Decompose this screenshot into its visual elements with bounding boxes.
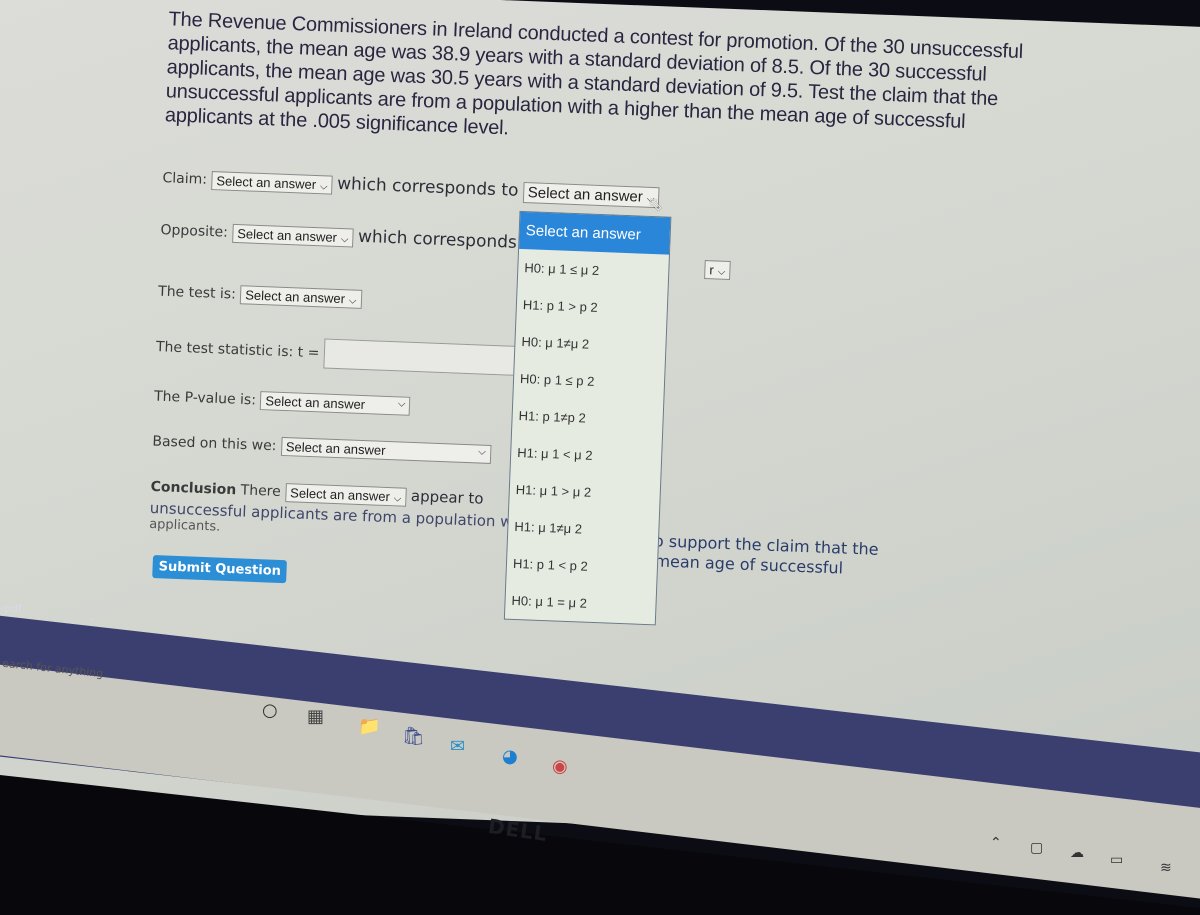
test-statistic-input[interactable] bbox=[323, 338, 527, 377]
pvalue-select-value: Select an answer bbox=[265, 393, 366, 413]
decision-label: Based on this we: bbox=[152, 433, 277, 455]
pvalue-select[interactable]: Select an answer ⌵ bbox=[260, 391, 411, 416]
pvalue-row: The P-value is: Select an answer ⌵ bbox=[154, 387, 411, 416]
claim-hypothesis-select[interactable]: Select an answer ⌵ bbox=[522, 181, 660, 208]
opposite-corresponds-text: which corresponds bbox=[357, 226, 518, 253]
opposite-hypothesis-value: r bbox=[709, 262, 715, 278]
store-icon[interactable]: 🛍 bbox=[402, 726, 425, 747]
test-label: The test is: bbox=[157, 283, 237, 303]
battery-icon[interactable]: ▭ bbox=[1110, 852, 1123, 868]
conclusion-there: There bbox=[240, 482, 282, 500]
dropdown-option[interactable]: Select an answer bbox=[519, 211, 671, 255]
decision-row: Based on this we: Select an answer ⌵ bbox=[152, 432, 492, 464]
chevron-down-icon: ⌵ bbox=[717, 266, 726, 278]
dropdown-option[interactable]: H0: μ 1 ≤ μ 2 bbox=[518, 249, 669, 292]
onedrive-icon[interactable]: ☁ bbox=[1070, 845, 1084, 861]
question-page: The Revenue Commissioners in Ireland con… bbox=[149, 7, 1068, 584]
opposite-label: Opposite: bbox=[160, 222, 229, 241]
claim-select-value: Select an answer bbox=[216, 172, 317, 192]
conclusion-select-value: Select an answer bbox=[289, 484, 391, 504]
task-view-icon[interactable]: ▦ bbox=[307, 706, 324, 727]
decision-select[interactable]: Select an answer ⌵ bbox=[280, 436, 492, 464]
conclusion-line3: applicants. bbox=[148, 516, 221, 535]
edge-icon[interactable]: ◕ bbox=[502, 746, 518, 767]
chevron-down-icon: ⌵ bbox=[348, 295, 357, 307]
corresponds-to-text: which corresponds to bbox=[336, 173, 519, 201]
dropdown-option[interactable]: H0: p 1 ≤ p 2 bbox=[513, 360, 664, 403]
dropdown-option[interactable]: H0: μ 1≠μ 2 bbox=[515, 323, 666, 366]
statistic-label: The test statistic is: t = bbox=[155, 339, 320, 362]
claim-select[interactable]: Select an answer ⌵ bbox=[211, 170, 334, 195]
hypothesis-dropdown-list[interactable]: Select an answer H0: μ 1 ≤ μ 2 H1: p 1 >… bbox=[503, 210, 672, 626]
mail-icon[interactable]: ✉ bbox=[450, 736, 465, 757]
chrome-icon[interactable]: ◉ bbox=[552, 756, 568, 777]
file-explorer-icon[interactable]: 📁 bbox=[358, 716, 380, 737]
chevron-down-icon: ⌵ bbox=[397, 398, 406, 410]
opposite-select-value: Select an answer bbox=[237, 225, 338, 245]
dropdown-option[interactable]: H1: μ 1≠μ 2 bbox=[508, 508, 659, 551]
claim-row: Claim: Select an answer ⌵ which correspon… bbox=[162, 167, 660, 208]
claim-hypothesis-value: Select an answer bbox=[527, 183, 644, 206]
submit-question-button[interactable]: Submit Question bbox=[152, 555, 288, 584]
test-row: The test is: Select an answer ⌵ bbox=[158, 282, 362, 309]
opposite-select[interactable]: Select an answer ⌵ bbox=[231, 223, 354, 248]
pvalue-label: The P-value is: bbox=[153, 388, 257, 409]
conclusion-appear: appear to bbox=[410, 486, 484, 508]
meet-now-icon[interactable]: ▢ bbox=[1030, 840, 1043, 856]
test-select-value: Select an answer bbox=[245, 287, 346, 307]
problem-text: The Revenue Commissioners in Ireland con… bbox=[164, 8, 1024, 140]
chevron-down-icon: ⌵ bbox=[393, 492, 402, 505]
dropdown-option[interactable]: H1: μ 1 < μ 2 bbox=[511, 434, 662, 477]
claim-label: Claim: bbox=[162, 170, 208, 188]
opposite-hypothesis-select[interactable]: r ⌵ bbox=[704, 260, 731, 281]
statistic-row: The test statistic is: t = bbox=[155, 332, 527, 377]
conclusion-select[interactable]: Select an answer ⌵ bbox=[284, 482, 407, 507]
dropdown-option[interactable]: H1: p 1≠p 2 bbox=[512, 397, 663, 440]
chevron-down-icon: ⌵ bbox=[319, 180, 328, 192]
conclusion-heading: Conclusion bbox=[150, 478, 237, 499]
dropdown-option[interactable]: H1: μ 1 > μ 2 bbox=[509, 471, 660, 514]
download-item[interactable]: -pdf ⌃ bbox=[0, 602, 110, 642]
test-select[interactable]: Select an answer ⌵ bbox=[239, 285, 362, 309]
mouse-cursor-icon: ⬁ bbox=[647, 193, 664, 216]
wifi-icon[interactable]: ≋ bbox=[1160, 860, 1172, 876]
chevron-up-icon[interactable]: ⌃ bbox=[88, 616, 97, 629]
chevron-down-icon: ⌵ bbox=[477, 446, 487, 458]
dropdown-option[interactable]: H1: p 1 < p 2 bbox=[506, 545, 657, 588]
decision-select-value: Select an answer bbox=[285, 439, 386, 458]
dropdown-option[interactable]: H1: p 1 > p 2 bbox=[516, 286, 667, 329]
chevron-down-icon: ⌵ bbox=[340, 233, 349, 245]
opposite-row: Opposite: Select an answer ⌵ which corres… bbox=[160, 219, 517, 253]
download-filename: -pdf bbox=[0, 602, 22, 615]
dropdown-option[interactable]: H0: μ 1 = μ 2 bbox=[505, 582, 656, 625]
cortana-icon[interactable]: ○ bbox=[262, 700, 278, 721]
chevron-up-icon[interactable]: ⌃ bbox=[990, 835, 1002, 851]
